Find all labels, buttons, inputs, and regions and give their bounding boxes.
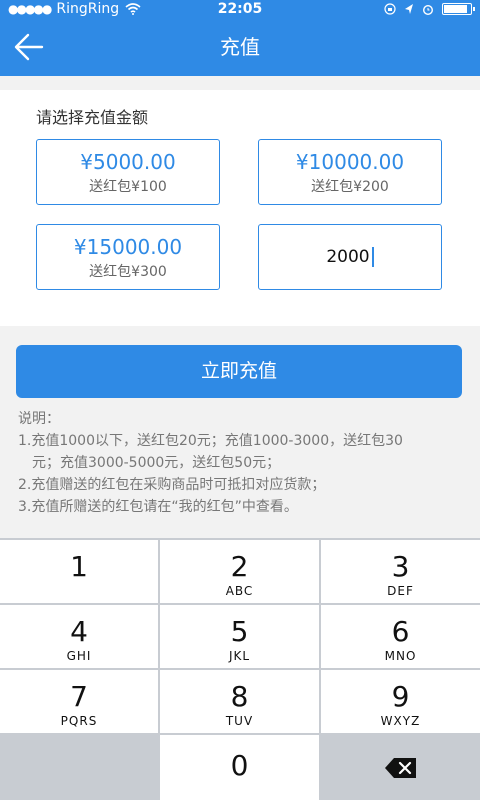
- amount-option-15000[interactable]: ¥15000.00 送红包¥300: [36, 224, 220, 290]
- battery-icon: [442, 3, 475, 15]
- gift-text: 送红包¥100: [89, 179, 167, 195]
- key-6[interactable]: 6 MNO: [321, 605, 480, 668]
- custom-amount-input[interactable]: 2000: [258, 224, 442, 290]
- numeric-keypad: 1 2 ABC 3 DEF 4 GHI 5 JKL 6 MNO 7 PQRS 8…: [0, 538, 480, 800]
- key-7[interactable]: 7 PQRS: [0, 670, 158, 733]
- key-digit: 6: [391, 615, 410, 648]
- amount-value: ¥15000.00: [73, 235, 183, 259]
- gift-text: 送红包¥200: [311, 179, 389, 195]
- amount-value: ¥5000.00: [80, 150, 176, 174]
- amount-value: ¥10000.00: [295, 150, 405, 174]
- key-digit: 8: [230, 680, 249, 713]
- key-digit: 2: [230, 550, 249, 583]
- key-9[interactable]: 9 WXYZ: [321, 670, 480, 733]
- amount-option-10000[interactable]: ¥10000.00 送红包¥200: [258, 139, 442, 205]
- status-bar: ●●●●● RingRing 22:05: [0, 0, 480, 18]
- key-8[interactable]: 8 TUV: [160, 670, 319, 733]
- recharge-notes: 说明： 1.充值1000以下，送红包20元；充值1000-3000，送红包30 …: [18, 408, 468, 518]
- key-3[interactable]: 3 DEF: [321, 540, 480, 603]
- key-2[interactable]: 2 ABC: [160, 540, 319, 603]
- status-right: [384, 0, 475, 18]
- key-digit: 0: [230, 749, 249, 782]
- delete-key[interactable]: [321, 735, 480, 800]
- key-4[interactable]: 4 GHI: [0, 605, 158, 668]
- key-letters: PQRS: [60, 714, 98, 728]
- amount-option-5000[interactable]: ¥5000.00 送红包¥100: [36, 139, 220, 205]
- key-letters: GHI: [66, 649, 92, 663]
- notes-line: 元；充值3000-5000元，送红包50元；: [32, 455, 281, 471]
- custom-amount-value: 2000: [326, 247, 370, 267]
- notes-title: 说明：: [18, 411, 60, 427]
- key-5[interactable]: 5 JKL: [160, 605, 319, 668]
- recharge-card: 请选择充值金额 ¥5000.00 送红包¥100 ¥10000.00 送红包¥2…: [0, 90, 480, 326]
- key-letters: JKL: [228, 649, 251, 663]
- key-0[interactable]: 0: [160, 735, 319, 800]
- backspace-icon: [384, 757, 416, 778]
- key-digit: 5: [230, 615, 249, 648]
- recharge-now-button[interactable]: 立即充值: [16, 345, 462, 398]
- notes-line: 3.充值所赠送的红包请在“我的红包”中查看。: [18, 499, 298, 515]
- rotation-lock-icon: [384, 3, 396, 15]
- key-letters: MNO: [384, 649, 417, 663]
- key-letters: WXYZ: [380, 714, 421, 728]
- battery-fill: [444, 5, 467, 13]
- key-digit: 9: [391, 680, 410, 713]
- key-letters: TUV: [225, 714, 254, 728]
- notes-line: 2.充值赠送的红包在采购商品时可抵扣对应货款；: [18, 477, 326, 493]
- gift-text: 送红包¥300: [89, 264, 167, 280]
- key-digit: 7: [70, 680, 88, 713]
- location-icon: [405, 4, 413, 14]
- key-digit: 1: [70, 550, 88, 583]
- recharge-heading: 请选择充值金额: [36, 108, 149, 127]
- text-cursor: [371, 247, 374, 267]
- nav-bar: 充值: [0, 18, 480, 76]
- key-1[interactable]: 1: [0, 540, 158, 603]
- key-digit: 3: [391, 550, 410, 583]
- key-letters: ABC: [225, 584, 254, 598]
- notes-line: 1.充值1000以下，送红包20元；充值1000-3000，送红包30: [18, 433, 403, 449]
- key-digit: 4: [70, 615, 88, 648]
- alarm-icon: [423, 5, 433, 15]
- key-blank: [0, 735, 158, 800]
- page-title: 充值: [220, 35, 260, 59]
- key-letters: DEF: [387, 584, 414, 598]
